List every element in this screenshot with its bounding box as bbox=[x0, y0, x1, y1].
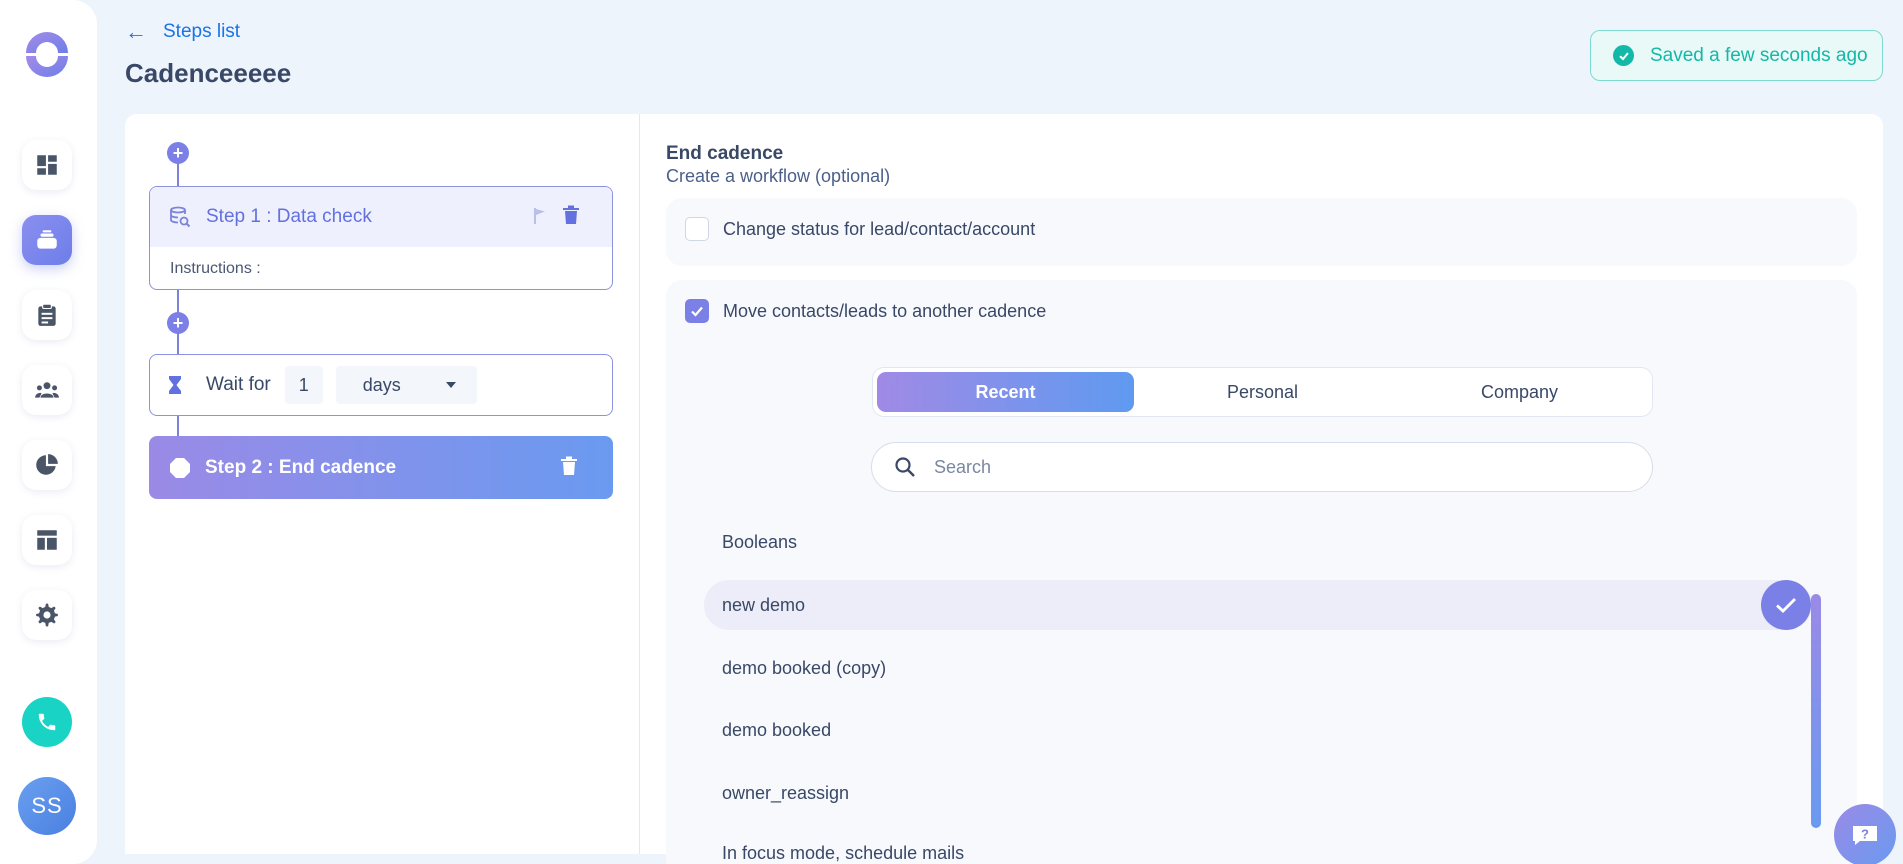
search-icon bbox=[895, 457, 915, 477]
option-change-status[interactable]: Change status for lead/contact/account bbox=[685, 217, 1035, 241]
cadence-search bbox=[871, 442, 1653, 492]
pie-chart-icon bbox=[36, 454, 58, 475]
selected-check-icon bbox=[1761, 580, 1811, 630]
nav-tasks[interactable] bbox=[22, 290, 72, 340]
back-to-steps-link[interactable]: ← Steps list bbox=[125, 19, 240, 45]
step-card-end-cadence[interactable]: Step 2 : End cadence bbox=[149, 436, 613, 499]
avatar[interactable]: SS bbox=[18, 777, 76, 835]
step-connector bbox=[177, 416, 179, 436]
wait-label: Wait for bbox=[206, 374, 271, 395]
option-label: Move contacts/leads to another cadence bbox=[723, 300, 1047, 321]
check-circle-icon bbox=[1613, 45, 1634, 66]
svg-text:?: ? bbox=[1861, 827, 1869, 842]
cadence-list-item-selected[interactable]: new demo bbox=[704, 580, 1812, 630]
nav-dashboard[interactable] bbox=[22, 140, 72, 190]
nav-settings[interactable] bbox=[22, 590, 72, 640]
wait-duration-input[interactable]: 1 bbox=[284, 366, 323, 404]
step-title: Step 1 : Data check bbox=[206, 206, 372, 227]
section-title: End cadence bbox=[666, 143, 784, 164]
people-icon bbox=[35, 382, 59, 398]
wait-step: Wait for 1 days bbox=[149, 354, 613, 416]
phone-icon bbox=[38, 713, 56, 731]
add-step-button-middle[interactable]: + bbox=[167, 312, 189, 334]
back-link-label: Steps list bbox=[163, 21, 241, 42]
cadence-list-item[interactable]: In focus mode, schedule mails bbox=[704, 830, 1812, 864]
nav-people[interactable] bbox=[22, 365, 72, 415]
gear-icon bbox=[36, 603, 58, 627]
step-card-data-check[interactable]: Step 1 : Data check Instructions : bbox=[149, 186, 613, 290]
page-title: Cadenceeeee bbox=[125, 58, 292, 88]
wait-unit-value: days bbox=[362, 374, 401, 395]
arrow-left-icon: ← bbox=[125, 19, 147, 44]
cadence-icon bbox=[37, 230, 57, 249]
tab-company[interactable]: Company bbox=[1391, 372, 1648, 412]
sidebar: SS bbox=[0, 0, 97, 864]
stop-octagon-icon bbox=[170, 457, 190, 478]
saved-status-badge: Saved a few seconds ago bbox=[1590, 30, 1883, 81]
panel-divider bbox=[639, 114, 640, 854]
hourglass-icon bbox=[169, 376, 181, 394]
cadence-list-item[interactable]: demo booked bbox=[704, 705, 1812, 755]
add-step-button-top[interactable]: + bbox=[167, 142, 189, 164]
section-subtitle: Create a workflow (optional) bbox=[666, 166, 891, 186]
step-title: Step 2 : End cadence bbox=[205, 456, 397, 478]
move-cadence-checkbox[interactable] bbox=[685, 299, 709, 323]
saved-status-text: Saved a few seconds ago bbox=[1650, 44, 1868, 66]
avatar-initials: SS bbox=[31, 793, 63, 818]
cadence-list-scrollbar[interactable] bbox=[1811, 594, 1821, 828]
delete-step-icon[interactable] bbox=[562, 205, 580, 230]
option-move-cadence[interactable]: Move contacts/leads to another cadence bbox=[685, 299, 1046, 323]
help-button[interactable]: ? bbox=[1834, 804, 1896, 864]
flag-icon[interactable] bbox=[533, 207, 547, 230]
app-logo[interactable] bbox=[22, 28, 72, 78]
dashboard-icon bbox=[37, 155, 57, 175]
templates-icon bbox=[37, 530, 57, 550]
data-check-icon bbox=[170, 206, 191, 228]
nav-templates[interactable] bbox=[22, 515, 72, 565]
nav-cadence[interactable] bbox=[22, 215, 72, 265]
step-instructions: Instructions : bbox=[170, 259, 261, 277]
phone-button[interactable] bbox=[22, 697, 72, 747]
cadence-list-item[interactable]: demo booked (copy) bbox=[704, 643, 1812, 693]
cadence-list-item[interactable]: owner_reassign bbox=[704, 768, 1812, 818]
change-status-checkbox[interactable] bbox=[685, 217, 709, 241]
step-connector bbox=[177, 163, 179, 187]
search-input[interactable] bbox=[934, 456, 1614, 478]
step-header: Step 1 : Data check bbox=[150, 187, 612, 247]
help-question-icon: ? bbox=[1853, 826, 1877, 845]
caret-down-icon bbox=[445, 382, 456, 388]
delete-step-icon[interactable] bbox=[560, 456, 578, 481]
tasks-icon bbox=[38, 303, 56, 326]
tab-personal[interactable]: Personal bbox=[1134, 372, 1391, 412]
cadence-list-item[interactable]: Booleans bbox=[704, 517, 1812, 567]
option-label: Change status for lead/contact/account bbox=[723, 218, 1036, 239]
nav-analytics[interactable] bbox=[22, 440, 72, 490]
wait-unit-select[interactable]: days bbox=[335, 366, 477, 404]
cadence-type-tabs: Recent Personal Company bbox=[872, 367, 1653, 417]
tab-recent[interactable]: Recent bbox=[877, 372, 1134, 412]
